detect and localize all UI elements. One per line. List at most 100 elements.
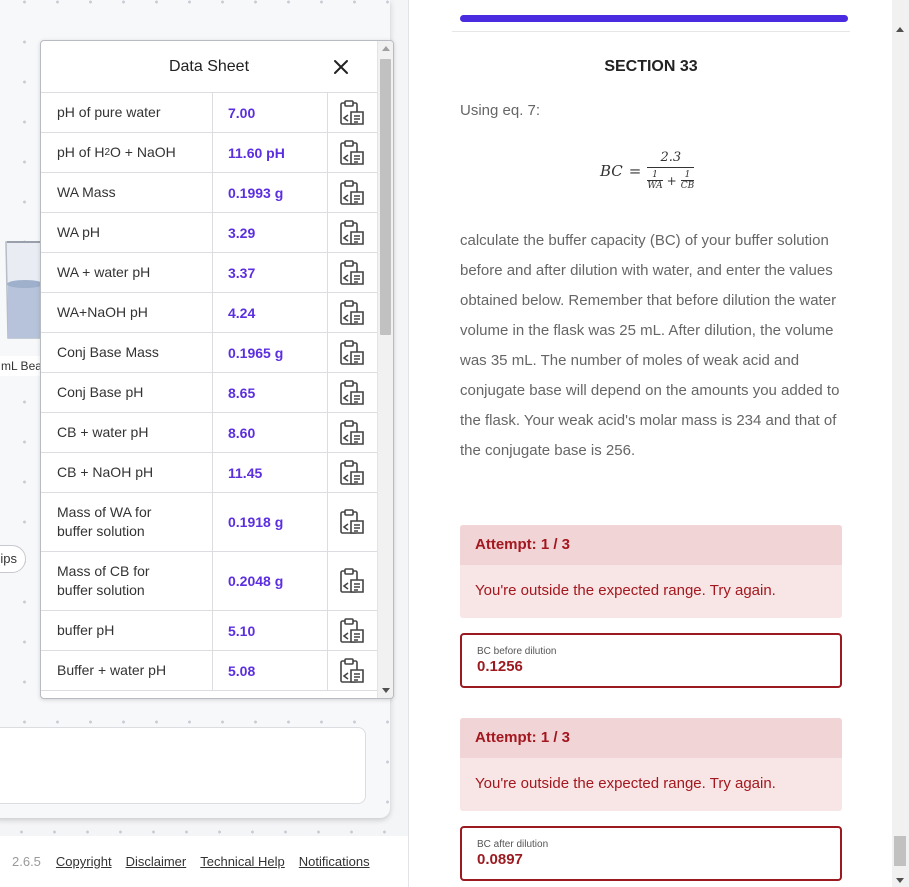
field-label: BC after dilution [477,839,549,850]
data-sheet-title: Data Sheet [168,57,250,75]
notifications-link[interactable]: Notifications [299,854,370,869]
row-label: CB + water pH [41,413,213,452]
copy-button[interactable] [328,453,376,492]
technical-help-link[interactable]: Technical Help [200,854,285,869]
instructions-text: calculate the buffer capacity (BC) of yo… [460,232,840,459]
table-row: WA pH 3.29 [41,213,377,253]
row-label: WA Mass [41,173,213,212]
clipboard-paste-icon [340,379,364,405]
row-value: 7.00 [213,93,328,132]
formula-fraction: 2.3 1 WA + 1 CB [647,150,695,191]
scrollbar-thumb[interactable] [380,59,391,335]
close-icon[interactable] [329,55,353,79]
copyright-link[interactable]: Copyright [56,854,112,869]
copy-button[interactable] [328,333,376,372]
row-label: pH of H2O + NaOH [41,133,213,172]
table-row: pH of H2O + NaOH 11.60 pH [41,133,377,173]
disclaimer-link[interactable]: Disclaimer [126,854,187,869]
attempt-feedback: Attempt: 1 / 3 You're outside the expect… [460,525,842,618]
formula-lhs: BC [600,161,623,180]
attempt-message: You're outside the expected range. Try a… [475,775,776,792]
notes-box[interactable] [0,727,366,804]
copy-button[interactable] [328,133,376,172]
lab-workspace: mL Bea ips Data Sheet pH of pure water 7… [0,0,409,887]
section-title: SECTION 33 [604,58,698,75]
copy-button[interactable] [328,552,376,610]
copy-button[interactable] [328,651,376,690]
clipboard-paste-icon [340,509,364,534]
table-row: Buffer + water pH 5.08 [41,651,377,691]
row-label: Mass of WA for buffer solution [41,493,213,551]
question-pane: SECTION 33 Using eq. 7: BC = 2.3 1 WA + … [410,0,909,887]
scroll-up-icon[interactable] [382,46,390,51]
row-label: CB + NaOH pH [41,453,213,492]
copy-button[interactable] [328,611,376,650]
copy-button[interactable] [328,373,376,412]
equation-label: Using eq. 7: [460,102,541,119]
formula-denominator: 1 WA + 1 CB [647,167,695,191]
clipboard-paste-icon [340,459,364,485]
row-label: Mass of CB for buffer solution [41,552,213,610]
clipboard-paste-icon [340,219,364,245]
clipboard-paste-icon [340,99,364,125]
row-value: 0.1965 g [213,333,328,372]
row-label: WA pH [41,213,213,252]
scroll-down-icon[interactable] [382,688,390,693]
field-value[interactable]: 0.0897 [477,851,825,868]
table-row: WA + water pH 3.37 [41,253,377,293]
table-row: Conj Base pH 8.65 [41,373,377,413]
formula-term-wa: 1 WA [647,170,663,191]
row-value: 3.37 [213,253,328,292]
copy-button[interactable] [328,213,376,252]
table-row: Mass of WA for buffer solution 0.1918 g [41,493,377,552]
scrollbar-thumb[interactable] [894,836,906,866]
scroll-up-icon[interactable] [896,27,904,32]
bc-before-dilution-field[interactable]: BC before dilution 0.1256 [460,633,842,688]
row-value: 11.45 [213,453,328,492]
copy-button[interactable] [328,413,376,452]
table-row: CB + water pH 8.60 [41,413,377,453]
formula-equals: = [628,161,642,180]
copy-button[interactable] [328,253,376,292]
progress-bar [452,12,850,32]
attempt-header: Attempt: 1 / 3 [460,718,842,758]
row-label: Conj Base Mass [41,333,213,372]
copy-button[interactable] [328,93,376,132]
scroll-down-icon[interactable] [896,878,904,883]
clipboard-paste-icon [340,299,364,325]
clipboard-paste-icon [340,139,364,165]
data-sheet-header: Data Sheet [41,41,377,93]
row-value: 0.1918 g [213,493,328,551]
version-label: 2.6.5 [12,854,41,869]
copy-button[interactable] [328,173,376,212]
attempt-message: You're outside the expected range. Try a… [475,582,776,599]
row-value: 0.2048 g [213,552,328,610]
copy-button[interactable] [328,493,376,551]
table-row: WA Mass 0.1993 g [41,173,377,213]
row-label: Buffer + water pH [41,651,213,690]
data-sheet-table: pH of pure water 7.00 pH of H2O + NaOH 1… [41,93,377,698]
buffer-capacity-formula: BC = 2.3 1 WA + 1 CB [600,150,695,191]
row-value: 8.60 [213,413,328,452]
row-label: WA+NaOH pH [41,293,213,332]
row-value: 4.24 [213,293,328,332]
table-row: Conj Base Mass 0.1965 g [41,333,377,373]
row-value: 11.60 pH [213,133,328,172]
formula-numerator: 2.3 [660,150,682,165]
bc-after-dilution-field[interactable]: BC after dilution 0.0897 [460,826,842,881]
page-scrollbar[interactable] [892,0,909,887]
clipboard-paste-icon [340,259,364,285]
table-row: WA+NaOH pH 4.24 [41,293,377,333]
progress-fill [460,15,848,22]
row-label: pH of pure water [41,93,213,132]
clipboard-paste-icon [340,657,364,683]
row-label: buffer pH [41,611,213,650]
clipboard-paste-icon [340,179,364,205]
table-row: buffer pH 5.10 [41,611,377,651]
formula-term-cb: 1 CB [680,170,695,191]
field-value[interactable]: 0.1256 [477,658,825,675]
copy-button[interactable] [328,293,376,332]
attempt-feedback: Attempt: 1 / 3 You're outside the expect… [460,718,842,811]
data-sheet-scrollbar[interactable] [377,41,393,698]
row-value: 5.10 [213,611,328,650]
